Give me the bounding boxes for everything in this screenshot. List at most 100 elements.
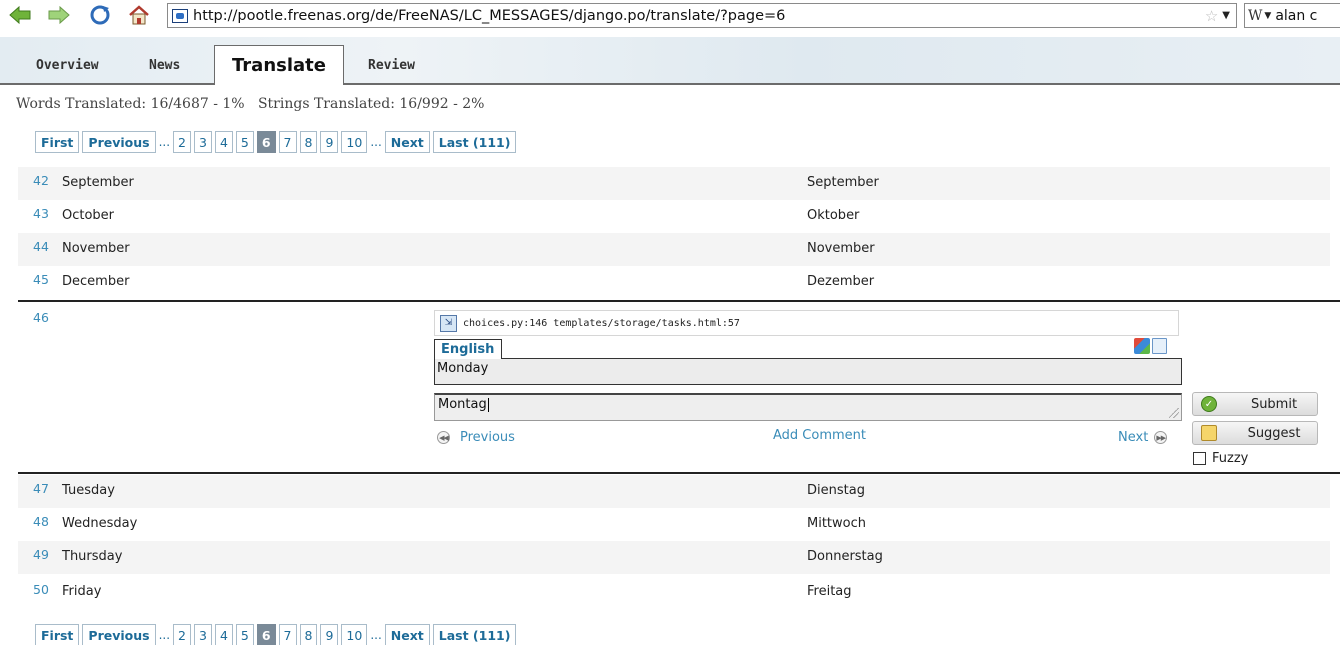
tab-news[interactable]: News <box>149 58 180 73</box>
unit-number[interactable]: 48 <box>33 514 49 529</box>
tab-translate[interactable]: Translate <box>214 45 344 85</box>
previous-arrow-icon: ◀◀ <box>437 431 450 444</box>
unit-source: Wednesday <box>62 516 138 531</box>
tab-overview[interactable]: Overview <box>36 58 99 73</box>
site-favicon-icon <box>172 8 188 23</box>
unit-number[interactable]: 45 <box>33 272 49 287</box>
source-language-tab[interactable]: English <box>434 339 502 359</box>
unit-source: Friday <box>62 584 102 599</box>
unit-row[interactable]: 48 Wednesday Mittwoch <box>18 508 1330 541</box>
unit-row[interactable]: 42 September September <box>18 167 1330 200</box>
pager-page[interactable]: 10 <box>341 131 368 153</box>
url-bar[interactable]: http://pootle.freenas.org/de/FreeNAS/LC_… <box>167 3 1237 28</box>
context-locations: ⇲ choices.py:146 templates/storage/tasks… <box>434 310 1179 336</box>
unit-row[interactable]: 49 Thursday Donnerstag <box>18 541 1330 574</box>
pager-bottom: First Previous ... 2 3 4 5 6 7 8 9 10 ..… <box>35 623 517 645</box>
editor-top-border <box>18 300 1340 302</box>
unit-number[interactable]: 49 <box>33 547 49 562</box>
browser-toolbar: http://pootle.freenas.org/de/FreeNAS/LC_… <box>0 0 1340 31</box>
pager-page[interactable]: 7 <box>278 131 297 153</box>
pager-last[interactable]: Last (111) <box>432 131 517 153</box>
pager-page[interactable]: 10 <box>341 624 368 645</box>
pager-page[interactable]: 4 <box>214 131 233 153</box>
unit-target: Oktober <box>807 208 860 223</box>
next-label: Next <box>1118 430 1149 445</box>
pager-first[interactable]: First <box>35 624 80 645</box>
unit-source: October <box>62 208 115 223</box>
pager-page[interactable]: 9 <box>320 624 339 645</box>
textarea-resize-handle[interactable] <box>1169 408 1179 418</box>
search-input[interactable]: W ▼ alan c <box>1244 3 1340 28</box>
copy-source-icon[interactable] <box>1152 338 1167 354</box>
pager-ellipsis: ... <box>158 135 171 149</box>
header-divider <box>0 83 1340 85</box>
reload-icon[interactable] <box>88 4 112 26</box>
unit-target: Mittwoch <box>807 516 866 531</box>
unit-number[interactable]: 43 <box>33 206 49 221</box>
pager-ellipsis: ... <box>158 628 171 642</box>
back-arrow-icon[interactable] <box>8 4 32 26</box>
google-translate-icon[interactable] <box>1134 338 1150 354</box>
source-text: Monday <box>434 358 1182 385</box>
unit-target: Donnerstag <box>807 549 883 564</box>
pager-page[interactable]: 3 <box>193 131 212 153</box>
pager-page[interactable]: 8 <box>299 131 318 153</box>
pager-page[interactable]: 9 <box>320 131 339 153</box>
unit-number[interactable]: 50 <box>33 582 49 597</box>
pager-page[interactable]: 8 <box>299 624 318 645</box>
unit-target: Dezember <box>807 274 875 289</box>
submit-button[interactable]: ✓ Submit <box>1192 392 1318 416</box>
pager-first[interactable]: First <box>35 131 80 153</box>
next-unit-link[interactable]: Next ▶▶ <box>1118 430 1168 445</box>
tab-review[interactable]: Review <box>368 58 415 73</box>
unit-row[interactable]: 44 November November <box>18 233 1330 266</box>
pager-previous[interactable]: Previous <box>82 624 156 645</box>
unit-source: November <box>62 241 130 256</box>
unit-source: Tuesday <box>62 483 115 498</box>
previous-unit-link[interactable]: ◀◀ Previous <box>437 430 515 445</box>
bookmark-star-icon[interactable]: ☆ <box>1205 7 1218 25</box>
unit-target: September <box>807 175 879 190</box>
pager-last[interactable]: Last (111) <box>432 624 517 645</box>
pager-page[interactable]: 5 <box>235 131 254 153</box>
submit-label: Submit <box>1250 396 1298 412</box>
pager-page[interactable]: 7 <box>278 624 297 645</box>
url-dropdown-icon[interactable]: ▼ <box>1222 10 1230 21</box>
search-engine-dropdown-icon[interactable]: ▼ <box>1264 11 1271 21</box>
unit-row[interactable]: 43 October Oktober <box>18 200 1330 233</box>
previous-label: Previous <box>460 430 515 445</box>
unit-number[interactable]: 47 <box>33 481 49 496</box>
unit-number[interactable]: 44 <box>33 239 49 254</box>
unit-row[interactable]: 45 December Dezember <box>18 266 1330 299</box>
home-icon[interactable] <box>127 4 151 26</box>
context-text: choices.py:146 templates/storage/tasks.h… <box>463 317 740 329</box>
editor-unit-number[interactable]: 46 <box>33 310 49 325</box>
pager-previous[interactable]: Previous <box>82 131 156 153</box>
next-arrow-icon: ▶▶ <box>1154 431 1168 444</box>
search-engine-icon[interactable]: W <box>1248 8 1262 24</box>
pager-page[interactable]: 5 <box>235 624 254 645</box>
pager-page[interactable]: 4 <box>214 624 233 645</box>
checkmark-icon: ✓ <box>1201 396 1217 412</box>
pager-page[interactable]: 2 <box>173 624 191 645</box>
fuzzy-checkbox[interactable] <box>1193 452 1206 465</box>
unit-number[interactable]: 42 <box>33 173 49 188</box>
pager-current-page: 6 <box>256 624 276 645</box>
suggest-button[interactable]: Suggest <box>1192 421 1318 445</box>
translation-textarea[interactable]: Montag <box>434 393 1182 421</box>
unit-source: December <box>62 274 130 289</box>
forward-arrow-icon[interactable] <box>47 4 71 26</box>
pager-page[interactable]: 2 <box>173 131 191 153</box>
fuzzy-toggle[interactable]: Fuzzy <box>1193 451 1248 466</box>
editor-bottom-border <box>18 472 1340 474</box>
translation-text: Montag <box>438 397 487 412</box>
unit-row[interactable]: 50 Friday Freitag <box>18 576 1330 609</box>
unit-row[interactable]: 47 Tuesday Dienstag <box>18 475 1330 508</box>
pager-next[interactable]: Next <box>384 131 430 153</box>
pager-page[interactable]: 3 <box>193 624 212 645</box>
pager-next[interactable]: Next <box>384 624 430 645</box>
url-text: http://pootle.freenas.org/de/FreeNAS/LC_… <box>193 7 786 24</box>
unit-source: Thursday <box>62 549 123 564</box>
pager-current-page: 6 <box>256 131 276 153</box>
add-comment-link[interactable]: Add Comment <box>773 428 866 443</box>
